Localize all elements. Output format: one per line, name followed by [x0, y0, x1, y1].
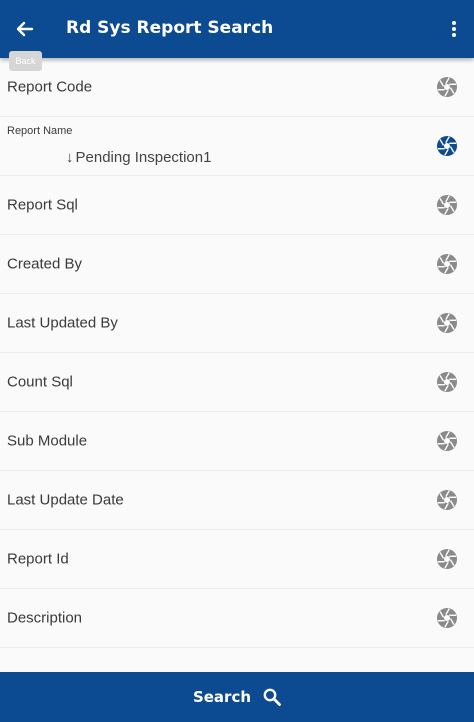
aperture-icon[interactable]: [436, 371, 458, 393]
field-label: Last Updated By: [7, 314, 118, 332]
field-label: Description: [7, 609, 83, 627]
aperture-icon[interactable]: [436, 312, 458, 334]
aperture-icon[interactable]: [436, 194, 458, 216]
field-last-update-date[interactable]: Last Update Date: [0, 471, 474, 530]
field-report-id[interactable]: Report Id: [0, 530, 474, 589]
field-count-sql[interactable]: Count Sql: [0, 353, 474, 412]
field-value: ↓ Pending Inspection1: [66, 149, 212, 166]
search-button[interactable]: Search: [0, 672, 474, 722]
overflow-menu-button[interactable]: [444, 14, 464, 44]
arrow-left-icon: [16, 21, 34, 37]
field-label: Count Sql: [7, 373, 73, 391]
page-title: Rd Sys Report Search: [66, 18, 274, 38]
aperture-icon[interactable]: [436, 607, 458, 629]
field-report-sql[interactable]: Report Sql: [0, 176, 474, 235]
field-last-updated-by[interactable]: Last Updated By: [0, 294, 474, 353]
field-created-by[interactable]: Created By: [0, 235, 474, 294]
search-button-label: Search: [192, 688, 252, 706]
field-report-name[interactable]: Report Name ↓ Pending Inspection1: [0, 117, 474, 176]
aperture-icon[interactable]: [436, 253, 458, 275]
more-vert-icon: [452, 21, 456, 37]
field-label: Report Code: [7, 78, 93, 96]
field-label: Report Name: [7, 125, 73, 137]
aperture-icon[interactable]: [436, 430, 458, 452]
aperture-icon[interactable]: [436, 489, 458, 511]
back-tooltip: Back: [9, 51, 42, 71]
field-report-code[interactable]: Report Code: [0, 58, 474, 117]
back-button[interactable]: [10, 14, 40, 44]
search-field-list: Report Code Report Name ↓ Pending Inspect…: [0, 58, 474, 648]
field-label: Report Id: [7, 550, 69, 568]
field-label: Sub Module: [7, 432, 88, 450]
field-sub-module[interactable]: Sub Module: [0, 412, 474, 471]
field-label: Created By: [7, 255, 83, 273]
arrow-down-icon: ↓: [66, 149, 74, 166]
search-icon: [263, 688, 281, 706]
aperture-icon[interactable]: [436, 76, 458, 98]
app-bar: Rd Sys Report Search: [0, 0, 474, 58]
aperture-icon[interactable]: [436, 548, 458, 570]
field-description[interactable]: Description: [0, 589, 474, 648]
field-label: Last Update Date: [7, 491, 124, 509]
field-label: Report Sql: [7, 196, 78, 214]
aperture-icon[interactable]: [436, 135, 458, 157]
